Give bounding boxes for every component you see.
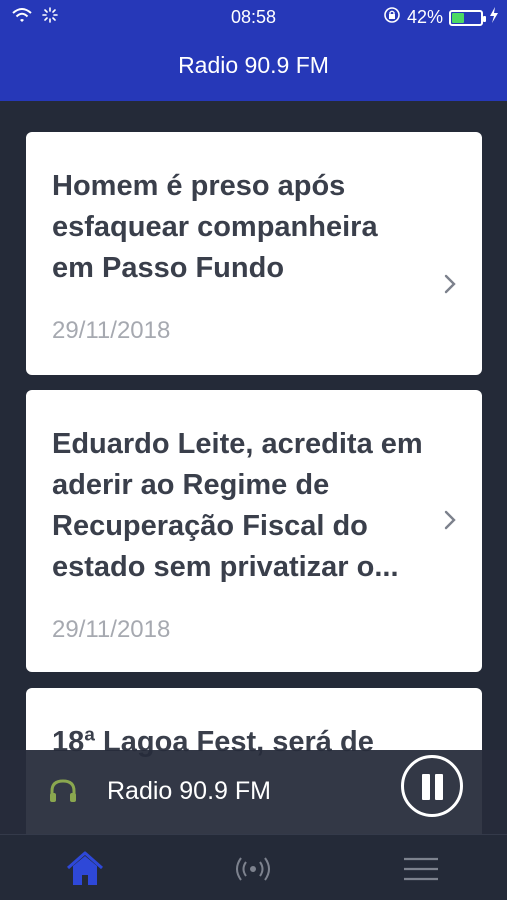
news-card[interactable]: Eduardo Leite, acredita em aderir ao Reg… [26,390,482,672]
pause-bar [422,774,430,800]
headphones-icon [50,779,76,802]
chevron-right-icon [444,274,456,294]
now-playing-bar[interactable]: Radio 90.9 FM [0,750,507,834]
tab-menu[interactable] [400,849,442,889]
tab-radio[interactable] [232,849,274,889]
hamburger-menu-icon [404,857,438,881]
chevron-right-icon [444,510,456,530]
nav-bar: Radio 90.9 FM [0,34,507,101]
news-card[interactable]: Homem é preso após esfaquear companheira… [26,132,482,375]
status-bar: 08:58 42% [0,0,507,34]
home-icon [67,851,103,885]
player-station-name: Radio 90.9 FM [107,777,271,805]
broadcast-icon [236,857,270,881]
orientation-lock-icon [383,6,401,29]
battery-icon [449,9,486,26]
charging-icon [489,7,499,28]
news-title: Eduardo Leite, acredita em aderir ao Reg… [52,428,423,583]
tab-bar [0,834,507,900]
page-title: Radio 90.9 FM [178,52,329,78]
news-date: 29/11/2018 [52,616,171,643]
news-title: Homem é preso após esfaquear companheira… [52,170,378,284]
tab-home[interactable] [64,849,106,889]
pause-button[interactable] [401,755,463,817]
battery-fill [452,12,464,23]
status-right: 42% [383,6,499,29]
news-date: 29/11/2018 [52,317,171,344]
pause-bar [435,774,443,800]
battery-percent: 42% [406,7,443,27]
news-feed[interactable]: Homem é preso após esfaquear companheira… [0,101,507,834]
